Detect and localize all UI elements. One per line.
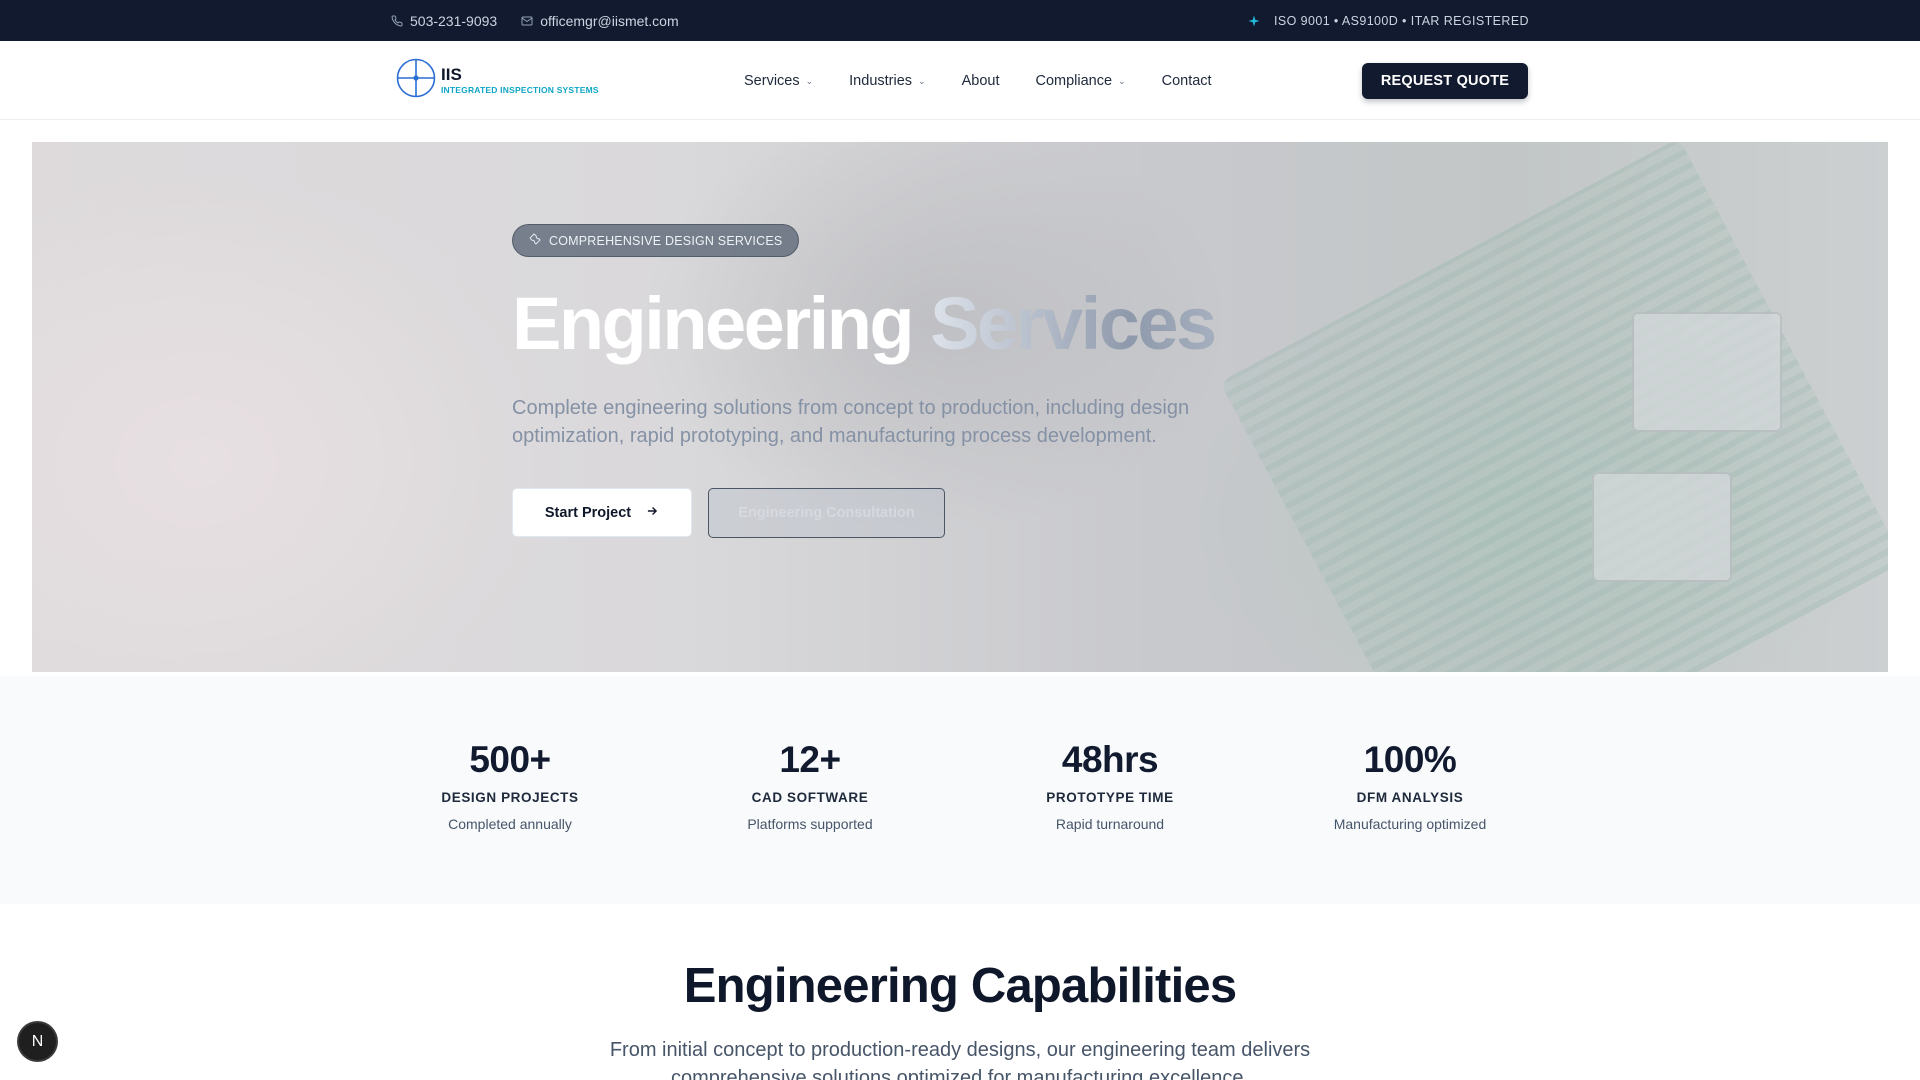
sparkle-icon xyxy=(1248,15,1260,27)
phone-contact[interactable]: 503-231-9093 xyxy=(391,13,497,29)
hero-title-part1: Engineering xyxy=(512,282,915,365)
main-nav: Services ⌄ Industries ⌄ About Compliance… xyxy=(744,73,1212,89)
hero-actions: Start Project Engineering Consultation xyxy=(512,488,1412,538)
crosshair-logo-icon xyxy=(395,57,437,104)
capabilities-title: Engineering Capabilities xyxy=(683,959,1237,1013)
stat-label: PROTOTYPE TIME xyxy=(1046,790,1174,805)
chevron-down-icon: ⌄ xyxy=(1118,76,1126,86)
hero-content: COMPREHENSIVE DESIGN SERVICES Engineerin… xyxy=(512,224,1412,538)
hero-badge: COMPREHENSIVE DESIGN SERVICES xyxy=(512,224,800,257)
top-bar: 503-231-9093 officemgr@iismet.com ISO 90… xyxy=(0,0,1920,41)
hero-badge-text: COMPREHENSIVE DESIGN SERVICES xyxy=(549,233,783,248)
start-project-label: Start Project xyxy=(544,504,632,521)
nav-about[interactable]: About xyxy=(962,73,1000,89)
nav-compliance[interactable]: Compliance ⌄ xyxy=(1035,73,1125,89)
nav-about-label: About xyxy=(961,72,1000,89)
email-contact[interactable]: officemgr@iismet.com xyxy=(521,12,679,29)
nav-industries-label: Industries xyxy=(849,72,913,89)
chevron-down-icon: ⌄ xyxy=(805,76,814,86)
stat-subtext: Completed annually xyxy=(448,816,572,832)
logo-subtitle: INTEGRATED INSPECTION SYSTEMS xyxy=(441,85,599,96)
capabilities-description: From initial concept to production-ready… xyxy=(609,1039,1311,1080)
logo-name: IIS xyxy=(441,65,462,85)
stat-cad-software: 12+ CAD SOFTWARE Platforms supported xyxy=(690,739,930,832)
certifications: ISO 9001 • AS9100D • ITAR REGISTERED xyxy=(1248,14,1529,28)
stat-label: DFM ANALYSIS xyxy=(1356,790,1464,805)
certifications-text: ISO 9001 • AS9100D • ITAR REGISTERED xyxy=(1274,13,1529,28)
phone-number: 503-231-9093 xyxy=(410,12,498,29)
stat-subtext: Platforms supported xyxy=(747,816,873,832)
nav-contact[interactable]: Contact xyxy=(1162,73,1212,89)
hero-section: COMPREHENSIVE DESIGN SERVICES Engineerin… xyxy=(32,142,1888,672)
stat-design-projects: 500+ DESIGN PROJECTS Completed annually xyxy=(390,739,630,832)
stats-section: 500+ DESIGN PROJECTS Completed annually … xyxy=(0,676,1920,904)
hero-description: Complete engineering solutions from conc… xyxy=(512,397,1190,447)
stat-value: 12+ xyxy=(779,739,841,780)
logo[interactable]: IIS INTEGRATED INSPECTION SYSTEMS xyxy=(395,57,695,104)
hero-title-part2: Services xyxy=(930,282,1217,365)
chevron-down-icon: ⌄ xyxy=(918,76,926,86)
nav-contact-label: Contact xyxy=(1161,72,1212,89)
floating-n-button[interactable]: N xyxy=(19,1023,56,1060)
nav-compliance-label: Compliance xyxy=(1035,72,1113,89)
stat-dfm-analysis: 100% DFM ANALYSIS Manufacturing optimize… xyxy=(1290,739,1530,832)
engineering-consultation-button[interactable]: Engineering Consultation xyxy=(708,488,945,538)
nav-services-label: Services xyxy=(744,72,800,89)
email-address: officemgr@iismet.com xyxy=(540,12,679,29)
hero-title: Engineering Services xyxy=(512,287,1412,361)
stat-value: 48hrs xyxy=(1061,739,1159,780)
nav-industries[interactable]: Industries ⌄ xyxy=(849,73,925,89)
main-header: IIS INTEGRATED INSPECTION SYSTEMS Servic… xyxy=(0,41,1920,120)
wrench-icon xyxy=(529,233,541,248)
phone-icon xyxy=(391,14,403,27)
stat-value: 100% xyxy=(1363,739,1457,780)
stat-subtext: Rapid turnaround xyxy=(1055,816,1165,832)
stat-label: DESIGN PROJECTS xyxy=(441,790,579,805)
arrow-right-icon xyxy=(645,504,659,522)
stat-subtext: Manufacturing optimized xyxy=(1333,816,1487,832)
stat-label: CAD SOFTWARE xyxy=(751,790,869,805)
mail-icon xyxy=(521,15,533,27)
request-quote-button[interactable]: REQUEST QUOTE xyxy=(1362,62,1528,99)
stat-prototype-time: 48hrs PROTOTYPE TIME Rapid turnaround xyxy=(990,739,1230,832)
nav-services[interactable]: Services ⌄ xyxy=(744,73,813,89)
start-project-button[interactable]: Start Project xyxy=(512,488,692,537)
stat-value: 500+ xyxy=(469,739,551,780)
